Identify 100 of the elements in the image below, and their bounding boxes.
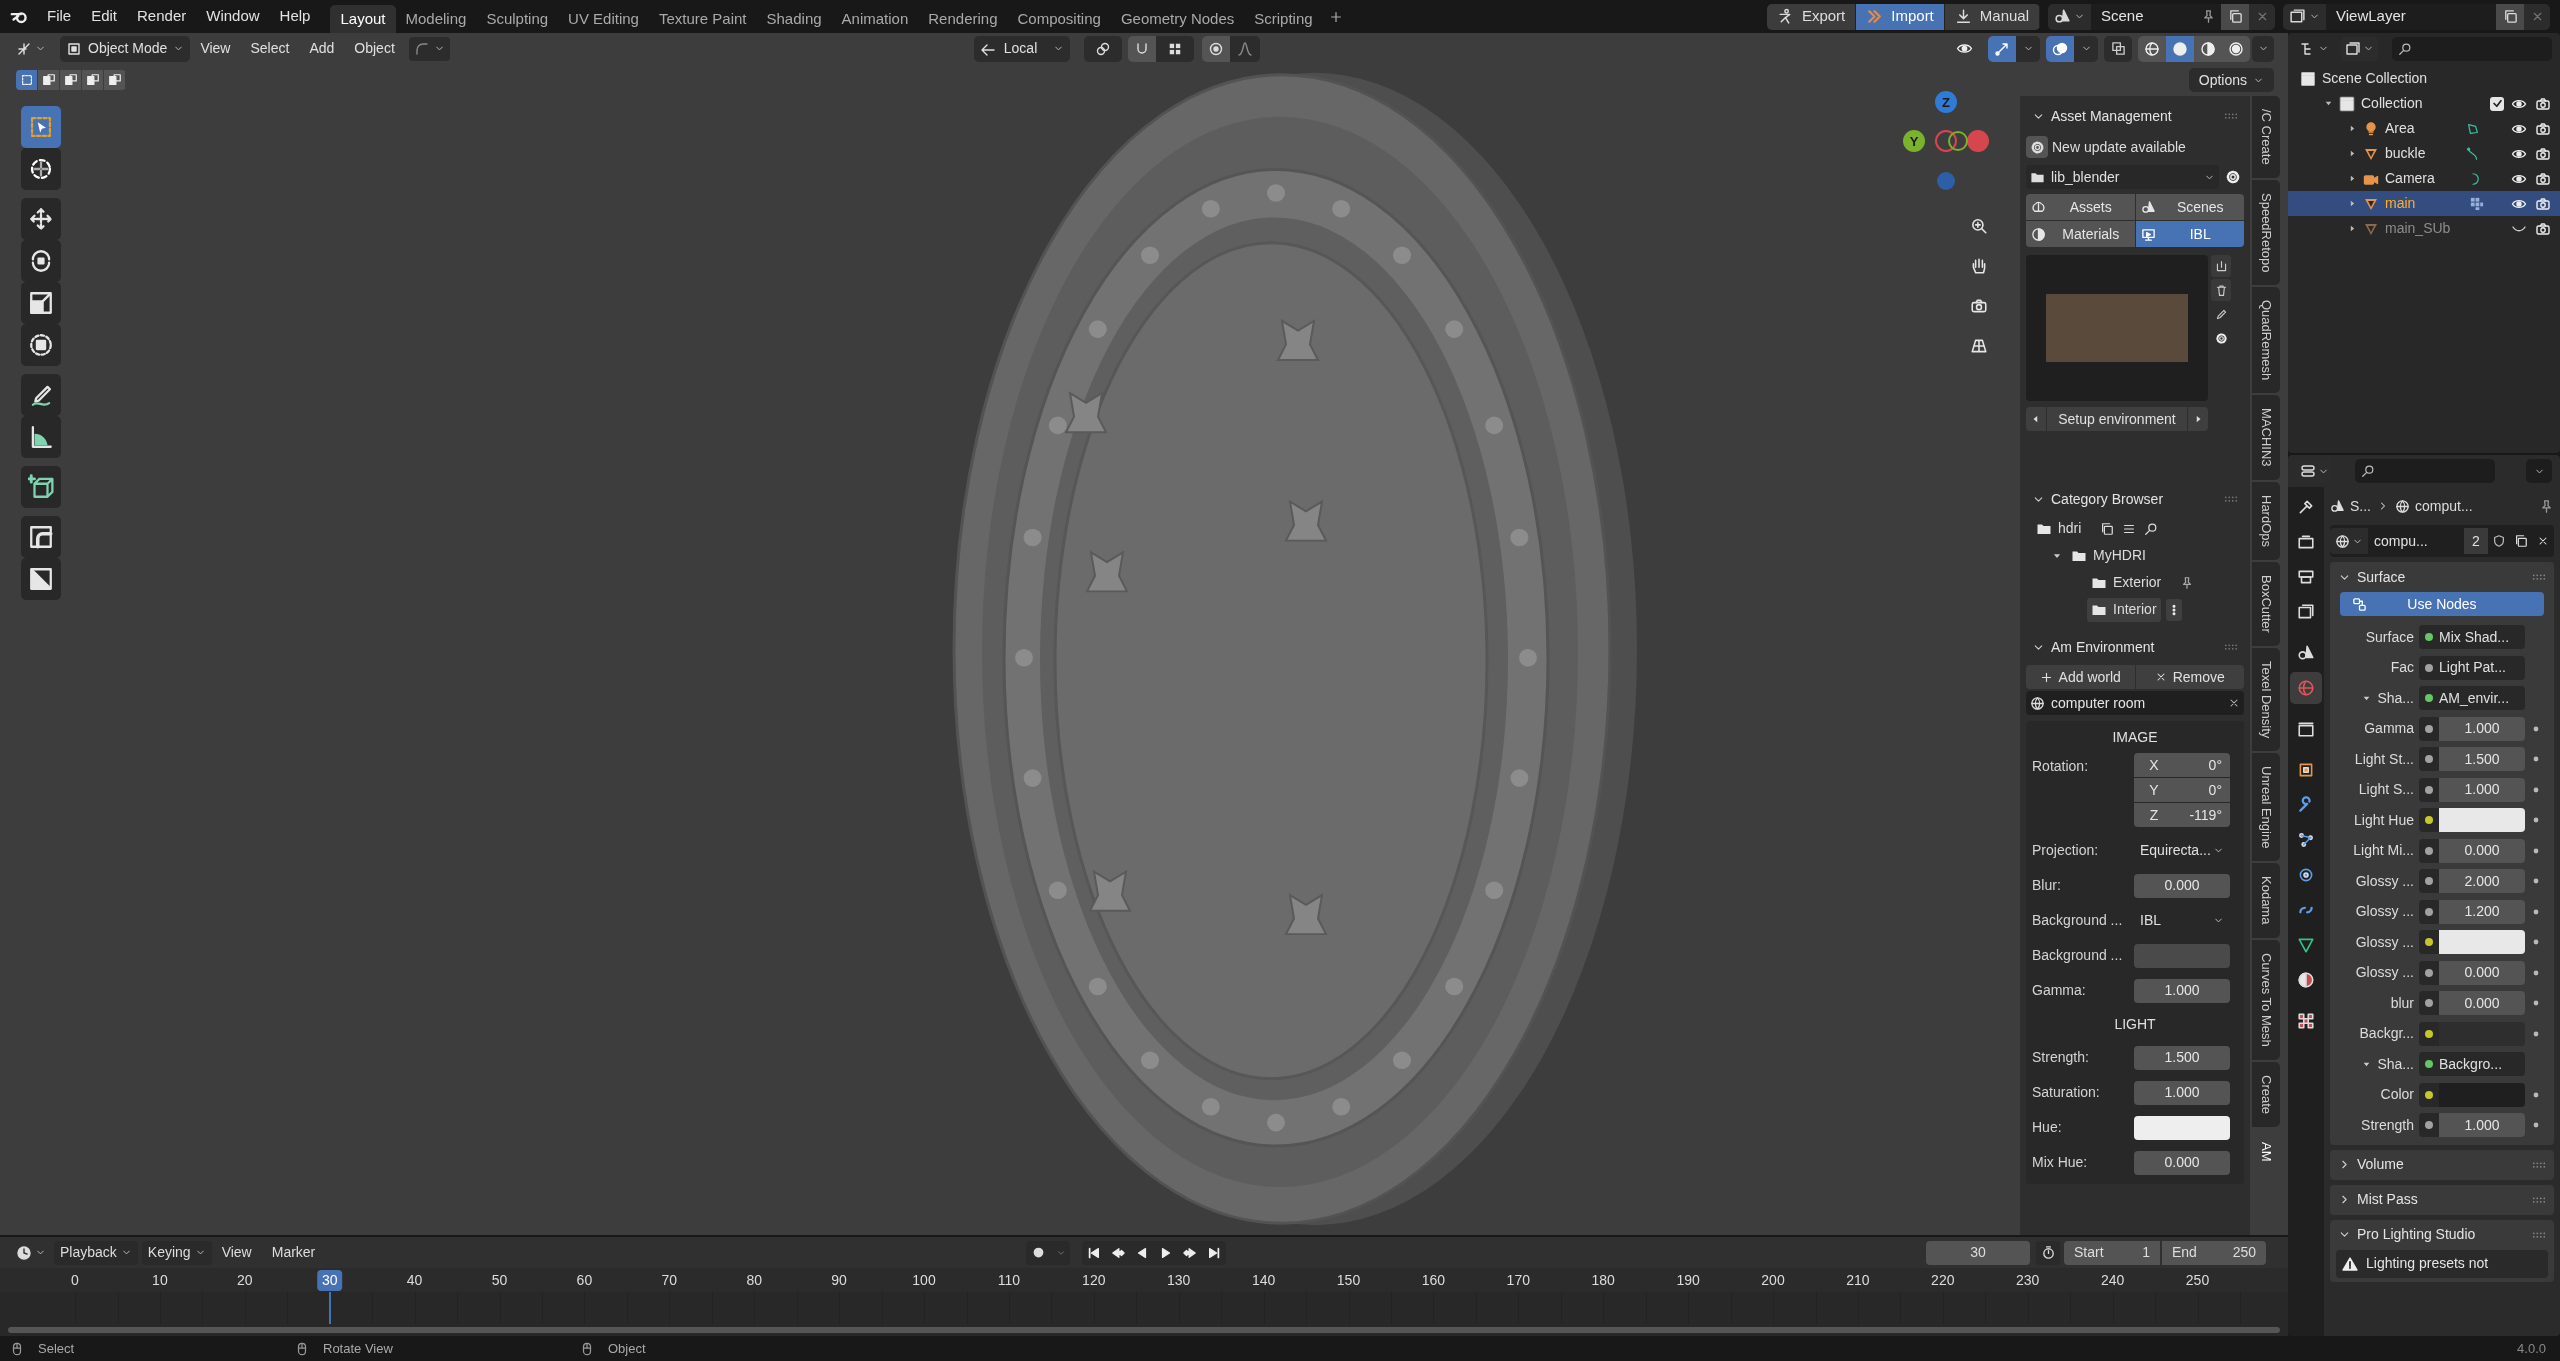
header-button[interactable]: Export [1766, 3, 1857, 30]
menu-item[interactable]: Window [196, 3, 270, 30]
timeline-dropdown[interactable]: Keying [141, 1240, 212, 1265]
remove-world-button[interactable]: Remove [2135, 665, 2244, 689]
workspace-tab[interactable]: Animation [831, 5, 919, 33]
viewport-menu[interactable]: Object [344, 35, 405, 62]
rotation-field[interactable]: X 0° [2134, 753, 2230, 777]
sidebar-tab[interactable]: SpeedRetopo [2252, 179, 2280, 286]
panel-title[interactable]: Asset Management [2051, 105, 2218, 127]
menu-item[interactable]: Edit [81, 3, 128, 30]
panel-title[interactable]: Surface [2357, 566, 2526, 588]
number-field[interactable]: 0.000 [2439, 960, 2525, 985]
timeline-dropdown[interactable]: Playback [54, 1240, 138, 1265]
outliner-row[interactable]: Camera [2288, 166, 2560, 191]
number-field[interactable]: 1.500 [2439, 747, 2525, 772]
viewport-menu[interactable]: Select [240, 35, 300, 62]
breadcrumb-item[interactable]: comput... [2415, 495, 2473, 517]
library-dropdown[interactable]: lib_blender [2026, 165, 2219, 189]
view-layer-field[interactable]: ViewLayer [2326, 3, 2496, 30]
number-field[interactable]: 1.000 [2439, 777, 2525, 802]
use-nodes-button[interactable]: Use Nodes [2340, 592, 2544, 616]
workspace-tab[interactable]: Layout [330, 5, 396, 33]
workspace-tab[interactable]: Rendering [918, 5, 1008, 33]
panel-title[interactable]: Mist Pass [2357, 1189, 2526, 1210]
outliner-row[interactable]: Scene Collection [2288, 66, 2560, 91]
category-item[interactable]: Interior [2087, 597, 2161, 622]
viewport-menu[interactable]: View [190, 35, 241, 62]
breadcrumb-item[interactable]: S... [2350, 495, 2371, 517]
workspace-tab[interactable]: Compositing [1007, 5, 1111, 33]
workspace-tab[interactable]: Geometry Nodes [1110, 5, 1245, 33]
outliner-row[interactable]: Collection [2288, 91, 2560, 116]
world-name-field[interactable]: compu... [2368, 528, 2464, 554]
workspace-tab[interactable]: UV Editing [558, 5, 649, 33]
outliner-row[interactable]: buckle [2288, 141, 2560, 166]
number-field[interactable]: 1.000 [2134, 978, 2230, 1003]
linked-node-field[interactable]: Light Pat... [2439, 655, 2525, 680]
timeline-menu[interactable]: View [211, 1240, 262, 1265]
workspace-tab[interactable]: Sculpting [476, 5, 559, 33]
number-field[interactable]: 2.000 [2439, 869, 2525, 894]
panel-title[interactable]: Am Environment [2051, 636, 2218, 658]
panel-title[interactable]: Pro Lighting Studio [2357, 1224, 2526, 1245]
sidebar-tab[interactable]: Create [2252, 1061, 2280, 1127]
workspace-tab[interactable]: Texture Paint [648, 5, 757, 33]
workspace-tab[interactable]: Scripting [1244, 5, 1323, 33]
sidebar-tab[interactable]: Texel Density [2252, 647, 2280, 752]
sidebar-tab[interactable]: Curves To Mesh [2252, 939, 2280, 1060]
sidebar-tab[interactable]: Unreal Engine [2252, 753, 2280, 862]
linked-node-field[interactable]: AM_envir... [2439, 686, 2525, 711]
setup-environment-button[interactable]: Setup environment [2047, 407, 2187, 431]
header-button[interactable]: Manual [1944, 3, 2040, 30]
options-dropdown[interactable]: Options [2188, 68, 2274, 92]
viewport-menu[interactable]: Add [299, 35, 345, 62]
timeline-menu[interactable]: Marker [261, 1240, 326, 1265]
current-frame-field[interactable]: 30 [1926, 1240, 2030, 1265]
add-world-button[interactable]: Add world [2026, 665, 2135, 689]
number-field[interactable]: 1.200 [2439, 899, 2525, 924]
orientation-dropdown[interactable]: Local [973, 35, 1070, 62]
category-item[interactable]: MyHDRI [2067, 543, 2150, 568]
sidebar-tab[interactable]: MACHIN3 [2252, 395, 2280, 480]
mode-dropdown[interactable]: Object Mode [60, 35, 191, 62]
number-field[interactable]: 0.000 [2134, 1150, 2230, 1175]
outliner-row[interactable]: main_SUb [2288, 216, 2560, 241]
world-field[interactable]: computer room [2026, 691, 2244, 715]
number-field[interactable]: 1.500 [2134, 1045, 2230, 1070]
panel-title[interactable]: Category Browser [2051, 488, 2218, 510]
outliner-row[interactable]: main [2288, 191, 2560, 216]
sidebar-tab[interactable]: QuadRemesh [2252, 287, 2280, 394]
category-item[interactable]: hdri [2032, 516, 2086, 541]
asset-tab[interactable]: Scenes [2135, 194, 2244, 220]
workspace-tab[interactable]: Shading [756, 5, 832, 33]
frame-number: 220 [1930, 1271, 1956, 1290]
category-item[interactable]: Exterior [2087, 570, 2166, 595]
asset-tab[interactable]: IBL [2135, 221, 2244, 247]
number-field[interactable]: 1.000 [2134, 1080, 2230, 1105]
rotation-field[interactable]: Y 0° [2134, 778, 2230, 802]
menu-item[interactable]: Render [127, 3, 197, 30]
number-field[interactable]: 1.000 [2439, 716, 2525, 741]
sidebar-tab[interactable]: BoxCutter [2252, 561, 2280, 646]
end-frame-field[interactable]: End 250 [2162, 1240, 2266, 1265]
linked-node-field[interactable]: Mix Shad... [2439, 625, 2525, 650]
asset-tab[interactable]: Materials [2026, 221, 2135, 247]
number-field[interactable]: 1.000 [2439, 1113, 2525, 1138]
menu-item[interactable]: Help [269, 3, 321, 30]
header-button[interactable]: Import [1856, 3, 1945, 30]
sidebar-tab[interactable]: HardOps [2252, 481, 2280, 560]
outliner-row[interactable]: Area [2288, 116, 2560, 141]
number-field[interactable]: 0.000 [2134, 873, 2230, 898]
sidebar-tab[interactable]: /C Create [2252, 96, 2280, 178]
user-count[interactable]: 2 [2464, 528, 2488, 554]
rotation-field[interactable]: Z -119° [2134, 803, 2230, 827]
number-field[interactable]: 0.000 [2439, 991, 2525, 1016]
linked-node-field[interactable]: Backgro... [2439, 1052, 2525, 1077]
number-field[interactable]: 0.000 [2439, 838, 2525, 863]
asset-tab[interactable]: Assets [2026, 194, 2135, 220]
panel-title[interactable]: Volume [2357, 1154, 2526, 1175]
menu-item[interactable]: File [37, 3, 82, 30]
workspace-tab[interactable]: Modeling [395, 5, 477, 33]
start-frame-field[interactable]: Start 1 [2064, 1240, 2160, 1265]
sidebar-tab[interactable]: Kodama [2252, 863, 2280, 938]
scene-name-field[interactable]: Scene [2091, 3, 2195, 30]
